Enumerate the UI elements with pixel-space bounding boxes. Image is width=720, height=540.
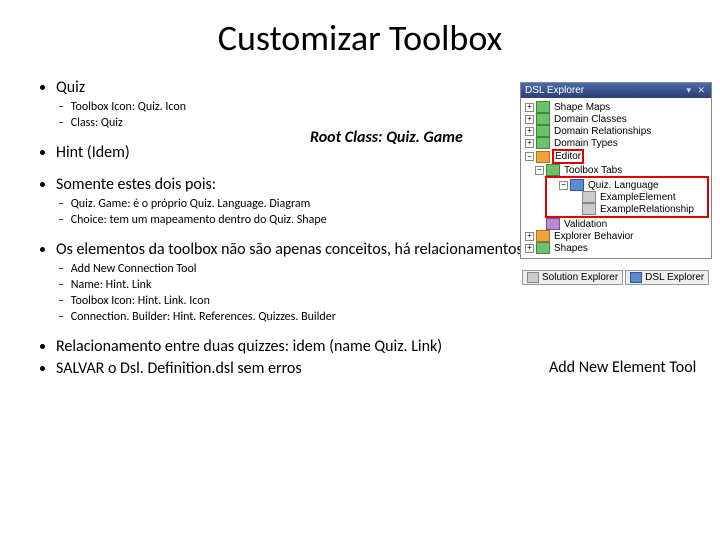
tab-label: Solution Explorer bbox=[542, 272, 618, 283]
tree-node-example-relationship[interactable]: ExampleRelationship bbox=[547, 203, 707, 215]
bullet-elementos-heading: Os elementos da toolbox não são apenas c… bbox=[56, 240, 527, 259]
explorer-titlebar: DSL Explorer ▾ ✕ bbox=[521, 83, 711, 98]
tab-icon bbox=[570, 179, 584, 191]
tree-node-validation[interactable]: Validation bbox=[523, 218, 709, 230]
tree-node-explorer-behavior[interactable]: + Explorer Behavior bbox=[523, 230, 709, 242]
explorer-title: DSL Explorer bbox=[525, 85, 584, 96]
folder-icon bbox=[536, 101, 550, 113]
validation-icon bbox=[546, 218, 560, 230]
bullet-elementos-sub3: Toolbox Icon: Hint. Link. Icon bbox=[72, 294, 690, 309]
bullet-relac: Relacionamento entre duas quizzes: idem … bbox=[56, 337, 690, 357]
tree-node-domain-classes[interactable]: + Domain Classes bbox=[523, 113, 709, 125]
tree-node-domain-types[interactable]: + Domain Types bbox=[523, 137, 709, 149]
element-icon bbox=[582, 191, 596, 203]
tree-label: ExampleRelationship bbox=[598, 204, 694, 215]
slide-title: Customizar Toolbox bbox=[30, 16, 690, 60]
bullet-somente-heading: Somente estes dois pois: bbox=[56, 175, 216, 194]
collapse-icon[interactable]: − bbox=[559, 181, 568, 190]
folder-icon bbox=[536, 113, 550, 125]
tree-label: Shapes bbox=[552, 243, 588, 254]
collapse-icon[interactable]: − bbox=[535, 166, 544, 175]
tree-label: Toolbox Tabs bbox=[562, 165, 622, 176]
window-buttons[interactable]: ▾ ✕ bbox=[686, 85, 707, 96]
tree-label: Quiz. Language bbox=[586, 180, 659, 191]
tree-label: Validation bbox=[562, 219, 607, 230]
tree-label-highlighted: Editor bbox=[552, 149, 584, 164]
relationship-icon bbox=[582, 203, 596, 215]
tree-label: ExampleElement bbox=[598, 192, 676, 203]
behavior-icon bbox=[536, 230, 550, 242]
collapse-icon[interactable]: − bbox=[525, 152, 534, 161]
editor-icon bbox=[536, 151, 550, 163]
dsl-icon bbox=[630, 272, 642, 283]
tree-label: Shape Maps bbox=[552, 102, 610, 113]
tree-label: Domain Classes bbox=[552, 114, 627, 125]
tree-node-shape-maps[interactable]: + Shape Maps bbox=[523, 101, 709, 113]
tab-dsl-explorer[interactable]: DSL Explorer bbox=[625, 270, 709, 285]
explorer-tab-strip: Solution Explorer DSL Explorer bbox=[522, 270, 712, 285]
tree-node-example-element[interactable]: ExampleElement bbox=[547, 191, 707, 203]
tree-node-editor[interactable]: − Editor bbox=[523, 149, 709, 164]
tree-label: Domain Types bbox=[552, 138, 618, 149]
tree-label: Explorer Behavior bbox=[552, 231, 633, 242]
bullet-elementos-sub4: Connection. Builder: Hint. References. Q… bbox=[72, 310, 690, 325]
dsl-explorer-panel: DSL Explorer ▾ ✕ + Shape Maps + Domain C… bbox=[520, 82, 712, 259]
folder-icon bbox=[546, 164, 560, 176]
tree-node-quiz-language[interactable]: − Quiz. Language bbox=[547, 179, 707, 191]
tree-node-toolbox-tabs[interactable]: − Toolbox Tabs bbox=[523, 164, 709, 176]
tab-label: DSL Explorer bbox=[645, 272, 704, 283]
bullet-quiz-heading: Quiz bbox=[56, 78, 85, 97]
folder-icon bbox=[536, 137, 550, 149]
expand-icon[interactable]: + bbox=[525, 127, 534, 136]
tree-node-shapes[interactable]: + Shapes bbox=[523, 242, 709, 254]
explorer-tree: + Shape Maps + Domain Classes + Domain R… bbox=[521, 98, 711, 258]
expand-icon[interactable]: + bbox=[525, 232, 534, 241]
solution-icon bbox=[527, 272, 539, 283]
folder-icon bbox=[536, 242, 550, 254]
expand-icon[interactable]: + bbox=[525, 244, 534, 253]
add-new-element-annotation: Add New Element Tool bbox=[549, 358, 696, 377]
tree-label: Domain Relationships bbox=[552, 126, 651, 137]
tab-solution-explorer[interactable]: Solution Explorer bbox=[522, 270, 623, 285]
expand-icon[interactable]: + bbox=[525, 115, 534, 124]
expand-icon[interactable]: + bbox=[525, 103, 534, 112]
expand-icon[interactable]: + bbox=[525, 139, 534, 148]
tree-node-domain-relationships[interactable]: + Domain Relationships bbox=[523, 125, 709, 137]
folder-icon bbox=[536, 125, 550, 137]
root-class-annotation: Root Class: Quiz. Game bbox=[310, 128, 463, 147]
